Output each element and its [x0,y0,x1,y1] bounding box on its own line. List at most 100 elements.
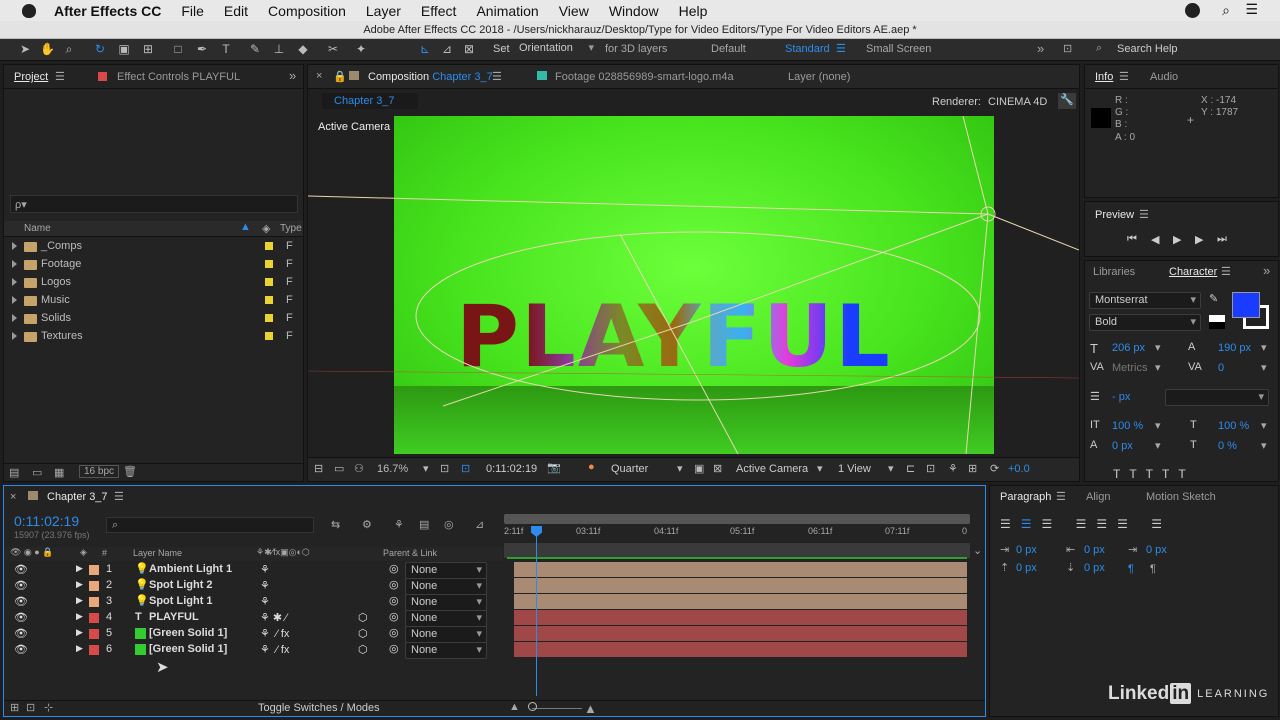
color-channels-icon[interactable]: ● [588,461,595,473]
chevron-right-icon[interactable]: » [1037,41,1044,56]
layer-row[interactable]: 👁 ▶ 6 [Green Solid 1] ⚘ ⁄ fx ⬡ ◎ None [8,642,506,659]
chevron-down-icon[interactable]: ▾ [1261,361,1267,374]
font-style-select[interactable]: Bold [1089,314,1201,331]
menu-composition[interactable]: Composition [268,3,346,19]
chevron-down-icon[interactable]: ▾ [1155,361,1161,374]
parent-select[interactable]: None [405,594,487,611]
project-item[interactable]: Solids F [4,310,304,328]
expand-triangle-icon[interactable] [12,260,17,268]
rtl-direction-icon[interactable]: ¶ [1150,563,1156,575]
panel-menu-icon[interactable]: ☰ [1056,490,1066,503]
stroke-style-select[interactable] [1165,389,1269,406]
tab-composition[interactable]: Composition Chapter 3_7 [368,71,493,83]
next-frame-icon[interactable]: ▶ [1195,233,1203,246]
pick-whip-icon[interactable]: ◎ [389,626,399,639]
layer-label-swatch[interactable] [89,597,99,607]
menu-effect[interactable]: Effect [421,3,457,19]
menu-file[interactable]: File [181,3,204,19]
new-composition-icon[interactable]: ▦ [54,466,64,479]
view-camera-select[interactable]: Active Camera [736,463,808,475]
current-time-indicator[interactable] [536,526,537,696]
visibility-eye-icon[interactable]: 👁 [14,643,28,656]
chevron-right-icon[interactable]: » [289,68,296,83]
fast-previews-icon[interactable]: ▣ [694,462,704,475]
layer-name[interactable]: Spot Light 1 [149,595,213,607]
parent-select[interactable]: None [405,610,487,627]
zoom-value[interactable]: 16.7% [377,463,408,475]
panel-menu-icon[interactable]: ☰ [1221,265,1231,278]
indent-right-value[interactable]: 0 px [1084,544,1105,556]
panel-menu-icon[interactable]: ☰ [55,70,65,83]
expand-stretch-icon[interactable]: ⊹ [44,701,53,714]
reset-exposure-icon[interactable]: ⟳ [990,462,999,475]
new-folder-icon[interactable]: ▭ [32,466,42,479]
resolution-select[interactable]: Quarter [611,463,648,475]
parent-select[interactable]: None [405,562,487,579]
snapshot-camera-icon[interactable]: 📷 [547,461,561,474]
eraser-tool-icon[interactable]: ◆ [296,42,310,56]
tab-project[interactable]: Project [14,71,48,83]
leading-value[interactable]: 190 px [1218,342,1251,354]
layer-bar[interactable] [514,562,967,577]
bpc-button[interactable]: 16 bpc [79,465,120,478]
last-frame-icon[interactable]: ⏭ [1217,233,1227,246]
expand-modes-icon[interactable]: ⊡ [26,701,35,714]
selection-tool-icon[interactable]: ➤ [18,42,32,56]
roto-brush-tool-icon[interactable]: ✂ [326,42,340,56]
layer-bar[interactable] [514,626,967,641]
visibility-eye-icon[interactable]: 👁 [14,611,28,624]
shy-icon[interactable]: ⚘ ⁄ fx [260,643,289,656]
toggle-switches-modes-button[interactable]: Toggle Switches / Modes [258,702,380,714]
parent-select[interactable]: None [405,578,487,595]
tab-effect-controls[interactable]: Effect Controls PLAYFUL [117,71,240,83]
tracking-value[interactable]: 0 [1218,362,1224,374]
3d-layer-icon[interactable]: ⬡ [358,627,368,640]
chevron-down-icon[interactable]: ▾ [1155,439,1161,452]
transparency-grid-icon[interactable]: ⊠ [713,462,722,475]
zoom-in-icon[interactable]: ▲ [584,701,597,716]
tab-paragraph[interactable]: Paragraph [1000,491,1051,503]
tab-motion-sketch[interactable]: Motion Sketch [1146,491,1216,503]
expand-triangle-icon[interactable] [12,296,17,304]
layer-label-swatch[interactable] [89,629,99,639]
toggle-pixel-aspect-icon[interactable]: ⊏ [906,462,915,475]
hand-tool-icon[interactable]: ✋ [40,42,55,56]
work-area-track[interactable] [504,543,970,558]
shy-icon[interactable]: ⚘ [260,579,270,592]
workspace-default[interactable]: Default [711,43,746,55]
project-item[interactable]: Music F [4,292,304,310]
visibility-eye-icon[interactable]: 👁 [14,627,28,640]
pick-whip-icon[interactable]: ◎ [389,594,399,607]
eyedropper-icon[interactable]: ✎ [1209,292,1218,305]
panel-menu-icon[interactable]: ☰ [492,70,502,83]
indent-left-value[interactable]: 0 px [1016,544,1037,556]
shy-icon[interactable]: ⚘ [260,563,270,576]
faux-style-buttons[interactable]: TTTTT [1113,467,1195,481]
project-item[interactable]: _Comps F [4,238,304,256]
layer-row[interactable]: 👁 ▶ 2 💡 Spot Light 2 ⚘ ◎ None [8,578,506,595]
column-layer-name[interactable]: Layer Name [133,548,182,558]
column-name[interactable]: Name [24,223,51,234]
tab-footage[interactable]: Footage 028856989-smart-logo.m4a [555,71,734,83]
lock-icon[interactable]: 🔒 [333,70,347,83]
tab-character[interactable]: Character [1169,266,1217,278]
tab-align[interactable]: Align [1086,491,1110,503]
chevron-down-icon[interactable]: ▾ [888,462,894,475]
column-parent[interactable]: Parent & Link [383,548,437,558]
always-preview-icon[interactable]: ⊟ [314,462,323,475]
parent-select[interactable]: None [405,626,487,643]
rectangle-tool-icon[interactable]: □ [171,42,185,56]
layer-name[interactable]: [Green Solid 1] [149,643,227,655]
local-axis-icon[interactable]: ⊾ [418,42,432,56]
apple-icon[interactable] [22,3,36,18]
chevron-down-icon[interactable]: ▾ [1261,419,1267,432]
layer-bar[interactable] [514,642,967,657]
zoom-out-icon[interactable]: ▲ [509,701,520,713]
app-menu[interactable]: After Effects CC [54,3,161,19]
layer-name[interactable]: [Green Solid 1] [149,627,227,639]
ltr-direction-icon[interactable]: ¶ [1128,563,1134,575]
creative-cloud-icon[interactable] [1185,3,1200,18]
frame-blending-icon[interactable]: ▤ [419,518,429,531]
layer-label-swatch[interactable] [89,645,99,655]
shy-icon[interactable]: ⚘ ⁄ fx [260,627,289,640]
